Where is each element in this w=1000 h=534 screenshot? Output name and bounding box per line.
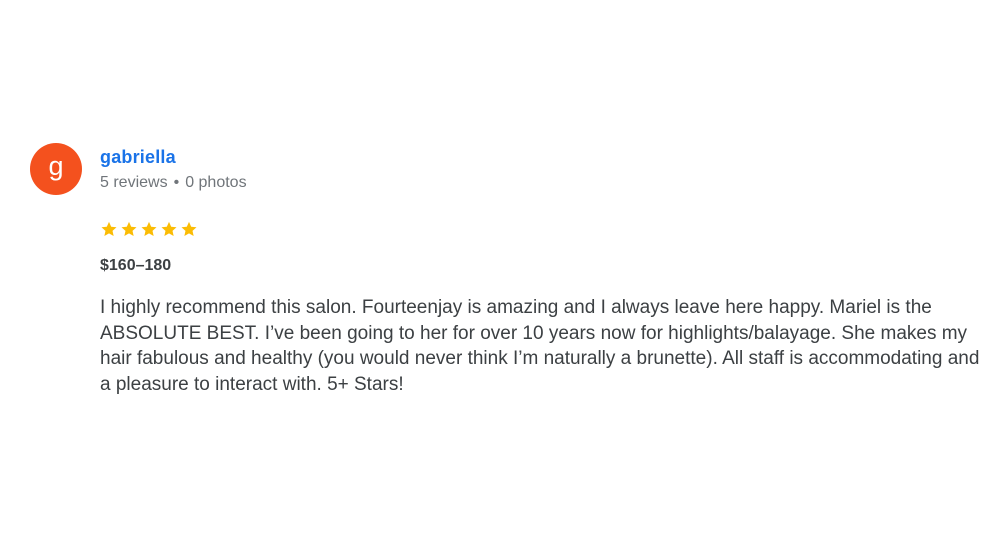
reviews-count: 5 reviews: [100, 174, 168, 191]
star-icon: [161, 221, 177, 237]
star-icon: [121, 221, 137, 237]
price-range: $160–180: [100, 257, 172, 274]
reviewer-meta: 5 reviews • 0 photos: [100, 174, 247, 192]
meta-separator: •: [173, 174, 180, 191]
star-icon: [101, 221, 117, 237]
reviewer-name-link[interactable]: gabriella: [100, 147, 176, 168]
star-icon: [141, 221, 157, 237]
photos-count: 0 photos: [185, 174, 247, 191]
review-card: g gabriella 5 reviews • 0 photos $160–180 …: [0, 0, 1000, 534]
review-text: I highly recommend this salon. Fourteenj…: [100, 297, 980, 395]
avatar[interactable]: g: [30, 143, 82, 195]
star-rating: [100, 220, 198, 238]
avatar-letter: g: [48, 150, 64, 181]
star-icon: [181, 221, 197, 237]
